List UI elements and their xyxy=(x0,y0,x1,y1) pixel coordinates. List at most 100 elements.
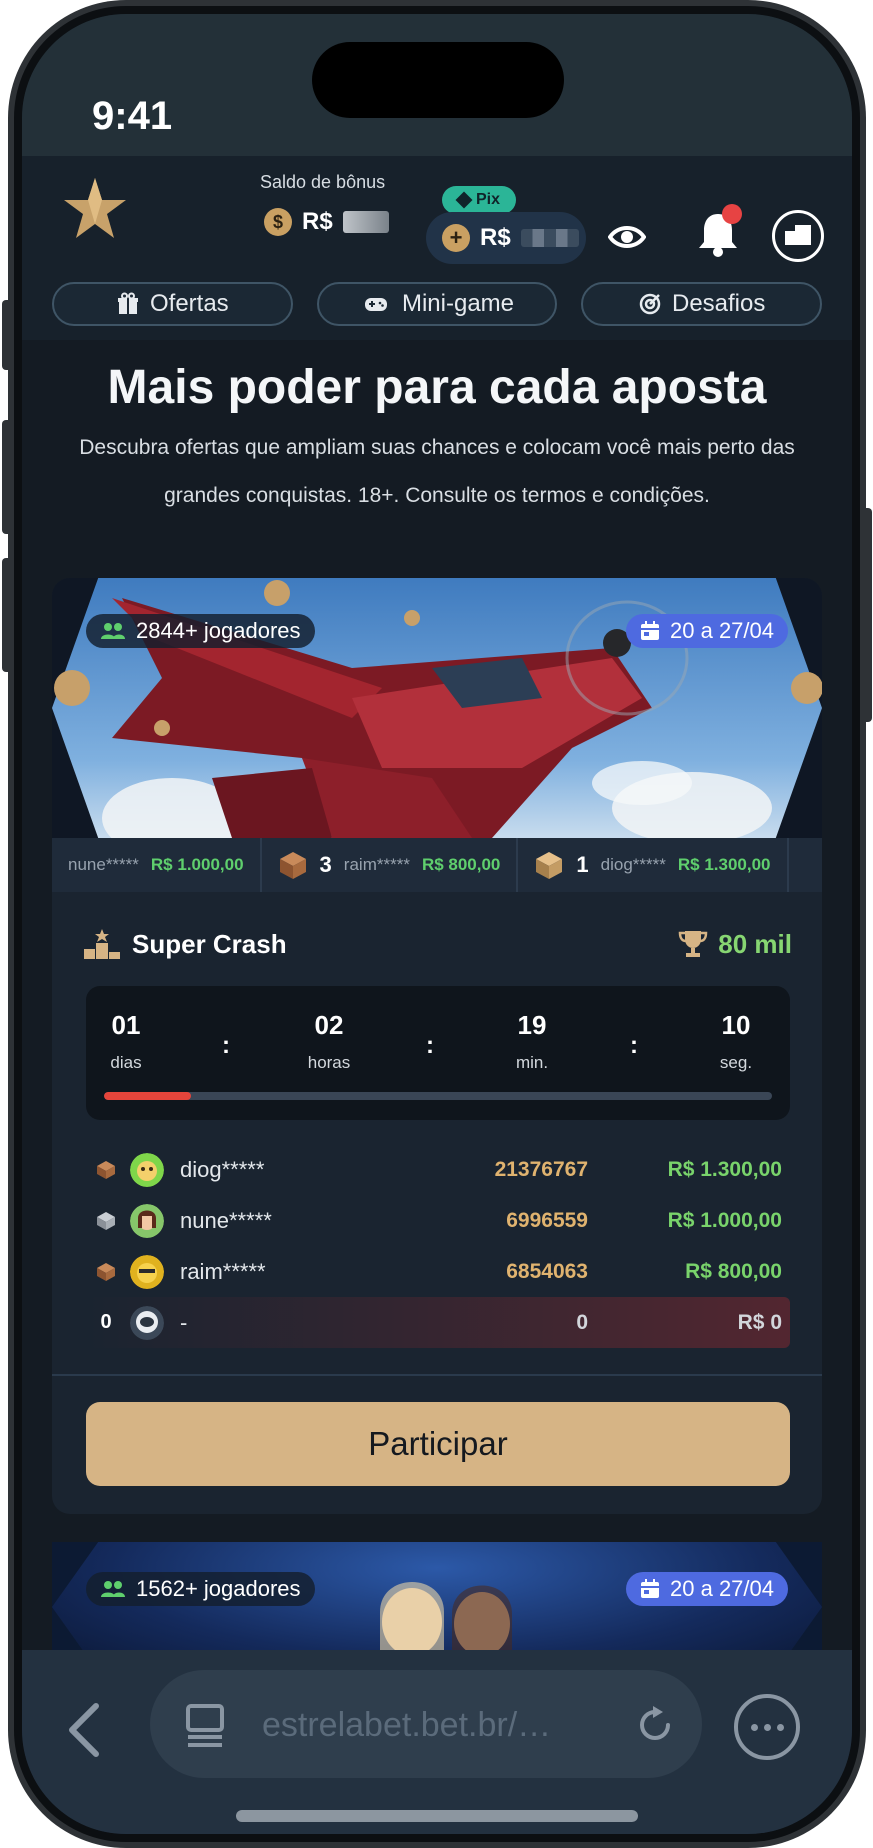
countdown-hours: 02 horas xyxy=(289,1010,369,1073)
player-name: nune***** xyxy=(180,1207,272,1233)
date-range: 20 a 27/04 xyxy=(670,1576,774,1601)
leaderboard: diog***** 21376767 R$ 1.300,00 nune*****… xyxy=(86,1144,790,1348)
browser-toolbar: estrelabet.bet.br/… xyxy=(22,1650,852,1834)
countdown-minutes-value: 19 xyxy=(517,1010,547,1040)
ticker-amount: R$ 1.300,00 xyxy=(677,855,771,874)
player-score: 6854063 xyxy=(506,1259,588,1283)
mute-switch xyxy=(2,300,12,370)
tab-mini-game-label: Mini-game xyxy=(401,290,515,317)
balance-amount-hidden xyxy=(520,229,579,247)
eye-icon[interactable] xyxy=(608,222,646,252)
power-button xyxy=(862,508,872,722)
players-count-badge: 1562+ jogadores xyxy=(86,1572,315,1606)
participar-button[interactable]: Participar xyxy=(86,1402,790,1486)
countdown-progress-fill xyxy=(104,1092,191,1100)
pix-icon xyxy=(455,191,473,209)
leaderboard-row: diog***** 21376767 R$ 1.300,00 xyxy=(86,1144,790,1195)
page-title: Mais poder para cada aposta xyxy=(107,361,767,414)
tabs-icon[interactable] xyxy=(184,1702,226,1748)
player-prize: R$ 1.300,00 xyxy=(667,1157,782,1181)
player-score: 0 xyxy=(576,1310,588,1334)
prize-pool: 80 mil xyxy=(678,929,792,960)
reload-icon[interactable] xyxy=(636,1706,674,1744)
countdown-progress-bar xyxy=(104,1092,772,1100)
trophy-icon xyxy=(679,931,708,957)
deposit-balance-button[interactable]: + R$ xyxy=(426,212,586,264)
player-score: 21376767 xyxy=(494,1157,588,1181)
home-indicator[interactable] xyxy=(236,1810,638,1822)
page-description: Descubra ofertas que ampliam suas chance… xyxy=(79,436,795,507)
bonus-balance-label: Saldo de bônus xyxy=(260,172,386,192)
tournament-banner[interactable]: 2844+ jogadores 20 a 27/04 xyxy=(52,578,822,838)
countdown-days-label: dias xyxy=(110,1053,142,1072)
star-logo-icon[interactable] xyxy=(62,176,128,242)
status-time: 9:41 xyxy=(92,94,173,138)
ticker-rank: 1 xyxy=(576,852,589,877)
tab-desafios-label: Desafios xyxy=(671,290,766,317)
player-prize: R$ 1.000,00 xyxy=(667,1208,782,1232)
player-position: 0 xyxy=(100,1311,112,1333)
profile-avatar-icon[interactable] xyxy=(772,210,824,262)
notification-badge xyxy=(722,204,742,224)
volume-down-button xyxy=(2,558,12,672)
balance-currency: R$ xyxy=(480,224,511,251)
countdown-days-value: 01 xyxy=(111,1010,141,1040)
bonus-currency: R$ xyxy=(302,208,333,235)
screen: 9:41 Saldo de bônus $ R$ Pix + R$ Oferta… xyxy=(22,14,852,1834)
ticker-name: diog***** xyxy=(600,855,666,874)
ticker-amount: R$ 1.000,00 xyxy=(150,855,244,874)
countdown-seconds-value: 10 xyxy=(721,1010,751,1040)
url-text: estrelabet.bet.br/… xyxy=(262,1706,552,1744)
date-range: 20 a 27/04 xyxy=(670,618,774,643)
tournament-card: 2844+ jogadores 20 a 27/04 nune***** R$ … xyxy=(52,578,822,1514)
players-count: 1562+ jogadores xyxy=(136,1576,301,1601)
date-range-badge: 20 a 27/04 xyxy=(626,1572,788,1606)
player-prize: R$ 800,00 xyxy=(685,1259,782,1283)
gamepad-icon xyxy=(364,298,387,311)
nav-tabs: Ofertas Mini-game Desafios xyxy=(52,282,823,326)
offers-content: Mais poder para cada aposta Descubra ofe… xyxy=(22,340,852,1650)
more-options-icon[interactable] xyxy=(734,1694,800,1760)
ticker-amount: R$ 800,00 xyxy=(421,855,501,874)
tab-ofertas-label: Ofertas xyxy=(149,290,229,317)
gift-icon xyxy=(117,292,138,314)
tournament-name: Super Crash xyxy=(132,928,287,959)
tournament-card-2[interactable]: 1562+ jogadores 20 a 27/04 xyxy=(52,1542,822,1650)
bronze-box-icon xyxy=(97,1160,115,1179)
dot xyxy=(763,1723,771,1731)
podium-icon xyxy=(84,929,120,959)
tab-mini-game[interactable]: Mini-game xyxy=(316,282,558,326)
status-bar: 9:41 xyxy=(22,14,852,156)
dot xyxy=(750,1723,758,1731)
countdown-separator: : xyxy=(630,1032,638,1059)
dynamic-island xyxy=(312,42,564,118)
ticker-name: nune***** xyxy=(68,855,139,874)
back-chevron-icon[interactable] xyxy=(64,1702,104,1758)
player-score: 6996559 xyxy=(506,1208,588,1232)
ticker-item: 3 raim***** R$ 800,00 xyxy=(262,838,519,892)
leaderboard-row: nune***** 6996559 R$ 1.000,00 xyxy=(86,1195,790,1246)
countdown-separator: : xyxy=(426,1032,434,1059)
countdown-days: 01 dias xyxy=(86,1010,166,1073)
app-header: Saldo de bônus $ R$ Pix + R$ Ofertas Min… xyxy=(22,156,852,340)
ticker-item: nune***** R$ 1.000,00 xyxy=(52,838,262,892)
calendar-icon xyxy=(641,1579,660,1598)
winners-ticker: nune***** R$ 1.000,00 3 raim***** R$ 800… xyxy=(52,838,822,892)
bronze-box-icon xyxy=(97,1262,115,1281)
address-bar[interactable]: estrelabet.bet.br/… xyxy=(150,1670,702,1778)
leaderboard-row: raim***** 6854063 R$ 800,00 xyxy=(86,1246,790,1297)
calendar-icon xyxy=(641,621,660,640)
tab-desafios[interactable]: Desafios xyxy=(581,282,823,326)
astronaut-avatar xyxy=(130,1305,164,1340)
countdown-hours-label: horas xyxy=(307,1053,351,1072)
dollar-coin-icon: $ xyxy=(264,208,292,236)
ticker-item: 1 diog***** R$ 1.300,00 xyxy=(518,838,789,892)
player-prize: R$ 0 xyxy=(737,1310,782,1334)
tab-ofertas[interactable]: Ofertas xyxy=(52,282,293,326)
target-icon xyxy=(639,293,661,315)
countdown-minutes: 19 min. xyxy=(492,1010,572,1073)
countdown-separator: : xyxy=(222,1032,230,1059)
pix-label: Pix xyxy=(475,191,500,208)
bronze-box-icon xyxy=(279,852,306,879)
players-count-badge: 2844+ jogadores xyxy=(86,614,315,648)
